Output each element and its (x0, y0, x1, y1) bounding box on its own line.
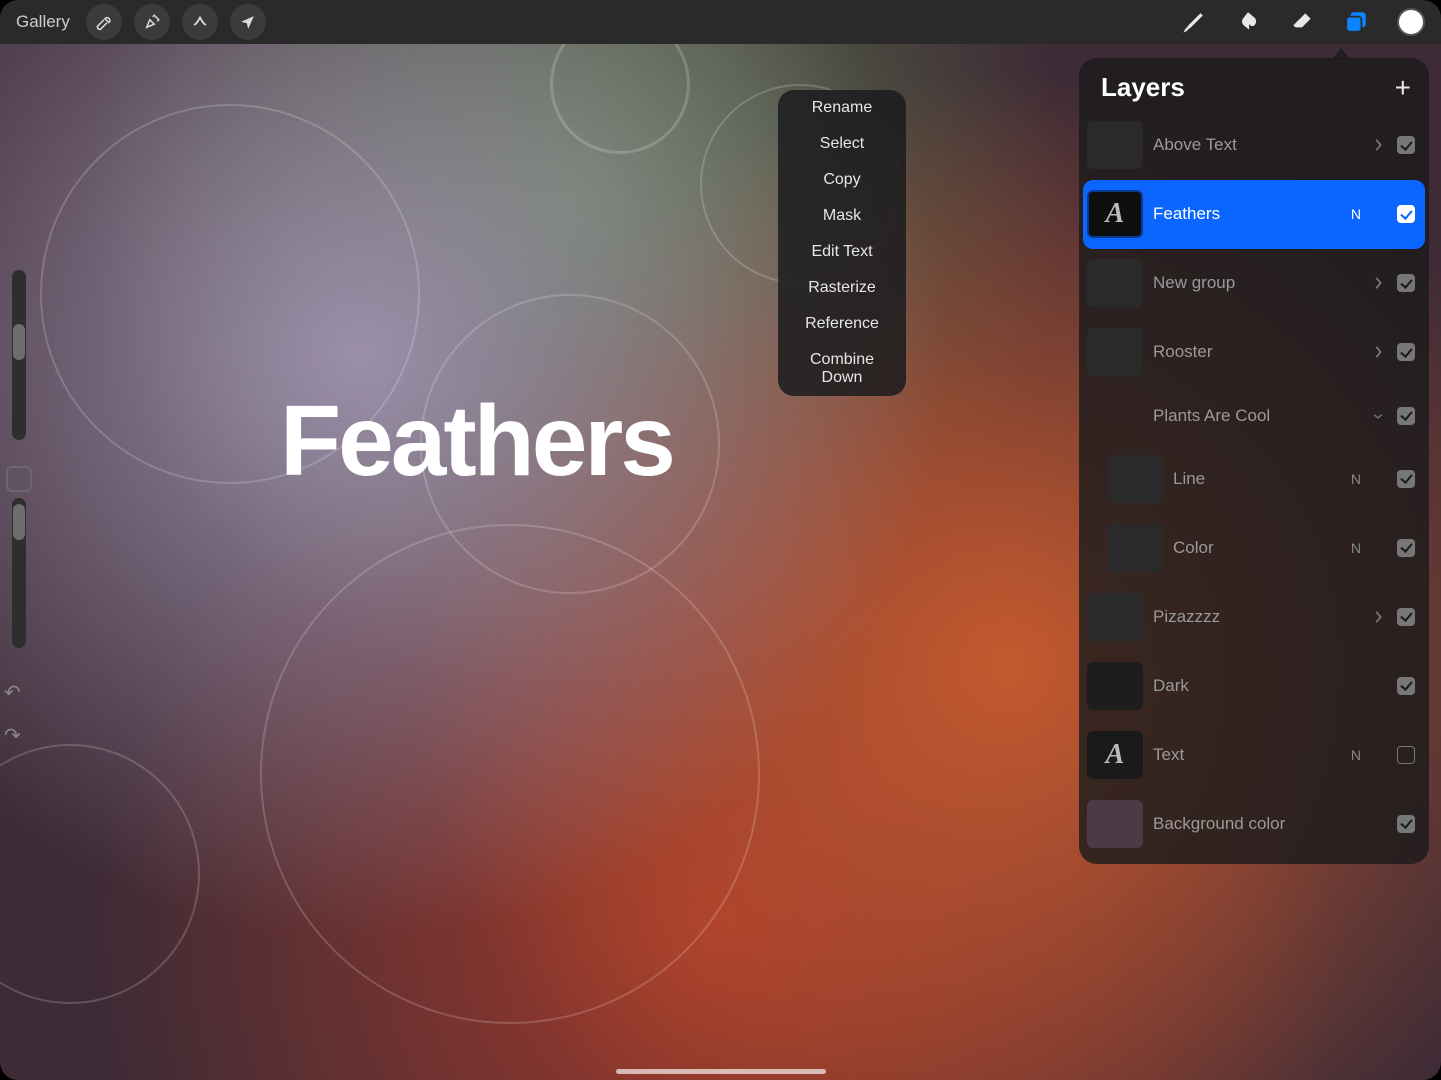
ctx-mask[interactable]: Mask (778, 198, 906, 234)
chevron-right-icon[interactable] (1371, 345, 1385, 359)
color-swatch-button[interactable] (1397, 8, 1425, 36)
ctx-edit-text[interactable]: Edit Text (778, 234, 906, 270)
adjustments-tool-button[interactable] (134, 4, 170, 40)
transform-tool-button[interactable] (230, 4, 266, 40)
ctx-copy[interactable]: Copy (778, 162, 906, 198)
layer-name-label: Feathers (1153, 204, 1339, 224)
layer-row[interactable]: Above Text (1083, 111, 1425, 180)
layers-panel: Layers + Above Text A Feathers N New group Ro… (1079, 58, 1429, 864)
layer-name-label: Pizazzzz (1153, 607, 1337, 627)
chevron-right-icon[interactable] (1371, 610, 1385, 624)
smudge-tool-button[interactable] (1235, 9, 1261, 35)
layers-list: Above Text A Feathers N New group Rooster Plan… (1079, 111, 1429, 864)
canvas-text-overlay: Feathers (280, 384, 673, 499)
chevron-right-icon[interactable] (1371, 138, 1385, 152)
layer-visibility-checkbox[interactable] (1397, 407, 1415, 425)
add-layer-button[interactable]: + (1395, 77, 1411, 99)
eraser-tool-button[interactable] (1289, 9, 1315, 35)
layer-row[interactable]: Line N (1083, 444, 1425, 513)
layer-visibility-checkbox[interactable] (1397, 136, 1415, 154)
layer-row[interactable]: Plants Are Cool (1083, 387, 1425, 445)
layer-thumbnail (1087, 121, 1143, 169)
layer-thumbnail (1107, 524, 1163, 572)
selection-tool-button[interactable] (182, 4, 218, 40)
layer-row[interactable]: A Feathers N (1083, 180, 1425, 249)
brush-size-slider[interactable] (12, 270, 26, 440)
layer-visibility-checkbox[interactable] (1397, 677, 1415, 695)
redo-button[interactable]: ↷ (4, 723, 21, 748)
side-slider-strip (0, 270, 38, 668)
brush-tool-button[interactable] (1181, 9, 1207, 35)
gallery-button[interactable]: Gallery (16, 12, 74, 32)
chevron-down-icon[interactable] (1371, 409, 1385, 423)
layer-row[interactable]: Background color (1083, 789, 1425, 858)
layer-row[interactable]: New group (1083, 249, 1425, 318)
home-indicator (616, 1069, 826, 1074)
layer-visibility-checkbox[interactable] (1397, 470, 1415, 488)
layer-visibility-checkbox[interactable] (1397, 608, 1415, 626)
layer-visibility-checkbox[interactable] (1397, 343, 1415, 361)
layer-blend-label[interactable]: N (1349, 206, 1361, 222)
layer-name-label: New group (1153, 273, 1337, 293)
layer-context-menu: Rename Select Copy Mask Edit Text Raster… (778, 90, 906, 396)
layer-name-label: Dark (1153, 676, 1339, 696)
layer-row[interactable]: Dark (1083, 651, 1425, 720)
layer-thumbnail: A (1087, 731, 1143, 779)
layer-thumbnail (1087, 259, 1143, 307)
brush-opacity-slider[interactable] (12, 498, 26, 648)
layers-panel-pointer (1331, 48, 1351, 60)
layer-blend-label[interactable]: N (1349, 540, 1361, 556)
ctx-reference[interactable]: Reference (778, 306, 906, 342)
layer-name-label: Above Text (1153, 135, 1337, 155)
layer-thumbnail (1087, 662, 1143, 710)
layer-row[interactable]: A Text N (1083, 720, 1425, 789)
layer-visibility-checkbox[interactable] (1397, 205, 1415, 223)
toolbar-right-group (1181, 8, 1425, 36)
undo-button[interactable]: ↶ (4, 680, 21, 705)
actions-tool-button[interactable] (86, 4, 122, 40)
ctx-select[interactable]: Select (778, 126, 906, 162)
layer-visibility-checkbox[interactable] (1397, 815, 1415, 833)
layer-name-label: Plants Are Cool (1153, 406, 1337, 426)
layer-thumbnail (1087, 328, 1143, 376)
toolbar-left-group: Gallery (16, 4, 266, 40)
layer-visibility-checkbox[interactable] (1397, 274, 1415, 292)
layer-row[interactable]: Color N (1083, 513, 1425, 582)
layer-thumbnail (1107, 455, 1163, 503)
layer-row[interactable]: Rooster (1083, 318, 1425, 387)
layer-name-label: Color (1173, 538, 1339, 558)
layer-name-label: Background color (1153, 814, 1339, 834)
undo-redo-group: ↶ ↷ (4, 680, 21, 748)
layer-visibility-checkbox[interactable] (1397, 746, 1415, 764)
layer-name-label: Line (1173, 469, 1339, 489)
ctx-rename[interactable]: Rename (778, 90, 906, 126)
layer-thumbnail (1087, 593, 1143, 641)
layer-row[interactable]: Pizazzzz (1083, 582, 1425, 651)
layer-blend-label[interactable]: N (1349, 747, 1361, 763)
layer-name-label: Rooster (1153, 342, 1337, 362)
layer-name-label: Text (1153, 745, 1339, 765)
layers-tool-button[interactable] (1343, 9, 1369, 35)
layers-panel-title: Layers (1101, 72, 1185, 103)
layer-thumbnail (1087, 800, 1143, 848)
layer-visibility-checkbox[interactable] (1397, 539, 1415, 557)
layer-blend-label[interactable]: N (1349, 471, 1361, 487)
modify-button[interactable] (6, 466, 32, 492)
layers-panel-header: Layers + (1079, 58, 1429, 111)
ctx-combine-down[interactable]: Combine Down (778, 342, 906, 396)
ctx-rasterize[interactable]: Rasterize (778, 270, 906, 306)
chevron-right-icon[interactable] (1371, 276, 1385, 290)
layer-thumbnail: A (1087, 190, 1143, 238)
top-toolbar: Gallery (0, 0, 1441, 44)
